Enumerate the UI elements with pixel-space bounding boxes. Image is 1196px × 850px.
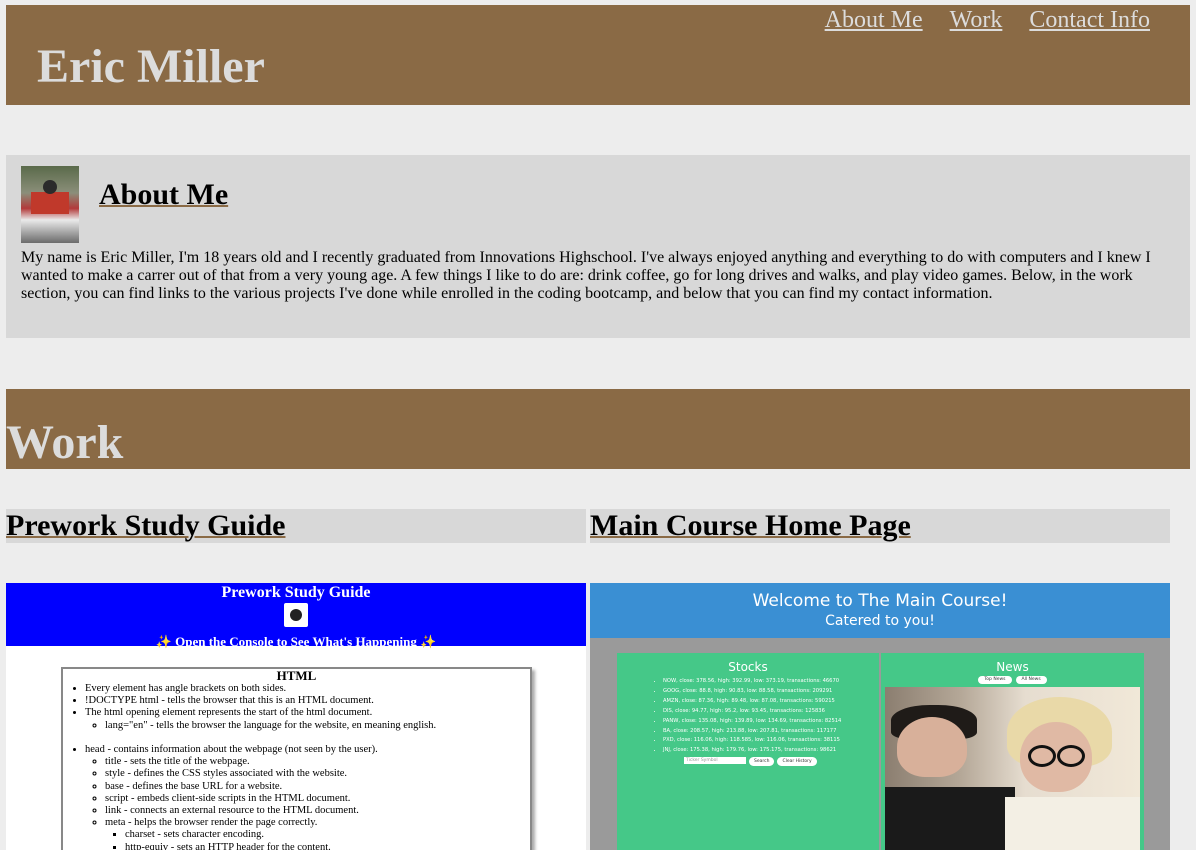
list-item: charset - sets character encoding. bbox=[125, 829, 530, 841]
main-course-subtitle: Catered to you! bbox=[825, 613, 935, 629]
news-title: News bbox=[996, 660, 1029, 674]
avatar bbox=[21, 166, 79, 243]
project-screenshot-prework[interactable]: Prework Study Guide ✨ Open the Console t… bbox=[6, 583, 586, 850]
list-item: JNJ, close: 175.38, high: 179.76, low: 1… bbox=[663, 746, 879, 756]
list-item: AMZN, close: 87.36, high: 89.48, low: 87… bbox=[663, 697, 879, 707]
list-item: meta - helps the browser render the page… bbox=[105, 817, 530, 850]
site-header: Eric Miller About Me Work Contact Info bbox=[6, 5, 1190, 105]
list-item: The html opening element represents the … bbox=[85, 707, 530, 744]
work-title: Work bbox=[6, 416, 124, 469]
project-screenshot-main-course[interactable]: Welcome to The Main Course! Catered to y… bbox=[590, 583, 1170, 850]
list-item: title - sets the title of the webpage. bbox=[105, 756, 530, 768]
list-item: style - defines the CSS styles associate… bbox=[105, 768, 530, 780]
news-panel: News Top News All News bbox=[881, 653, 1144, 850]
work-banner: Work bbox=[6, 389, 1190, 469]
about-section: About Me My name is Eric Miller, I'm 18 … bbox=[6, 155, 1190, 338]
nav-link-about-me[interactable]: About Me bbox=[825, 6, 923, 35]
nav-link-work[interactable]: Work bbox=[950, 6, 1003, 35]
project-link-main-course[interactable]: Main Course Home Page bbox=[590, 509, 911, 542]
news-buttons: Top News All News bbox=[881, 676, 1144, 684]
list-item: http-equiv - sets an HTTP header for the… bbox=[125, 842, 530, 850]
site-title: Eric Miller bbox=[37, 40, 265, 93]
list-item: head - contains information about the we… bbox=[85, 744, 530, 850]
list-item: PXD, close: 116.06, high: 118.585, low: … bbox=[663, 736, 879, 746]
list-item: link - connects an external resource to … bbox=[105, 805, 530, 817]
project-link-prework[interactable]: Prework Study Guide bbox=[6, 509, 285, 542]
clear-history-button: Clear History bbox=[777, 757, 817, 767]
list-item: DIS, close: 94.77, high: 95.2, low: 93.4… bbox=[663, 707, 879, 717]
ticker-input: Ticker Symbol bbox=[684, 757, 746, 765]
prework-header: Prework Study Guide ✨ Open the Console t… bbox=[6, 583, 586, 649]
stocks-panel: Stocks NOW, close: 378.56, high: 392.99,… bbox=[617, 653, 879, 850]
list-item: PANW, close: 135.08, high: 139.89, low: … bbox=[663, 717, 879, 727]
list-item: Every element has angle brackets on both… bbox=[85, 683, 530, 695]
search-button: Search bbox=[749, 757, 775, 767]
stock-list: NOW, close: 378.56, high: 392.99, low: 3… bbox=[617, 677, 879, 756]
news-image bbox=[885, 687, 1140, 850]
list-item: script - embeds client-side scripts in t… bbox=[105, 793, 530, 805]
about-title: About Me bbox=[99, 178, 229, 211]
nav-link-contact-info[interactable]: Contact Info bbox=[1029, 6, 1150, 35]
list-item: base - defines the base URL for a websit… bbox=[105, 781, 530, 793]
list-item: !DOCTYPE html - tells the browser that t… bbox=[85, 695, 530, 707]
project-title-main-course: Main Course Home Page bbox=[590, 509, 1170, 543]
list-item-text: meta - helps the browser render the page… bbox=[105, 817, 318, 829]
stock-controls: Ticker Symbol Search Clear History bbox=[684, 757, 879, 767]
project-title-prework: Prework Study Guide bbox=[6, 509, 586, 543]
top-news-button: Top News bbox=[978, 676, 1012, 684]
prework-html-box: HTML Every element has angle brackets on… bbox=[61, 667, 532, 850]
prework-box-title: HTML bbox=[276, 668, 317, 683]
main-course-title: Welcome to The Main Course! bbox=[752, 591, 1008, 611]
list-item: BA, close: 208.57, high: 213.88, low: 20… bbox=[663, 727, 879, 737]
prework-header-title: Prework Study Guide bbox=[221, 584, 371, 601]
list-item: GOOG, close: 88.8, high: 90.83, low: 88.… bbox=[663, 687, 879, 697]
main-nav: About Me Work Contact Info bbox=[825, 6, 1150, 35]
all-news-button: All News bbox=[1015, 676, 1047, 684]
list-item-text: The html opening element represents the … bbox=[85, 707, 373, 719]
cat-icon bbox=[284, 603, 308, 627]
prework-header-sub: ✨ Open the Console to See What's Happeni… bbox=[155, 634, 437, 649]
list-item: lang="en" - tells the browser the langua… bbox=[105, 720, 530, 732]
main-course-header: Welcome to The Main Course! Catered to y… bbox=[590, 583, 1170, 638]
list-item: NOW, close: 378.56, high: 392.99, low: 3… bbox=[663, 677, 879, 687]
stocks-title: Stocks bbox=[728, 660, 768, 674]
list-item-text: head - contains information about the we… bbox=[85, 744, 378, 756]
about-text: My name is Eric Miller, I'm 18 years old… bbox=[21, 249, 1151, 302]
